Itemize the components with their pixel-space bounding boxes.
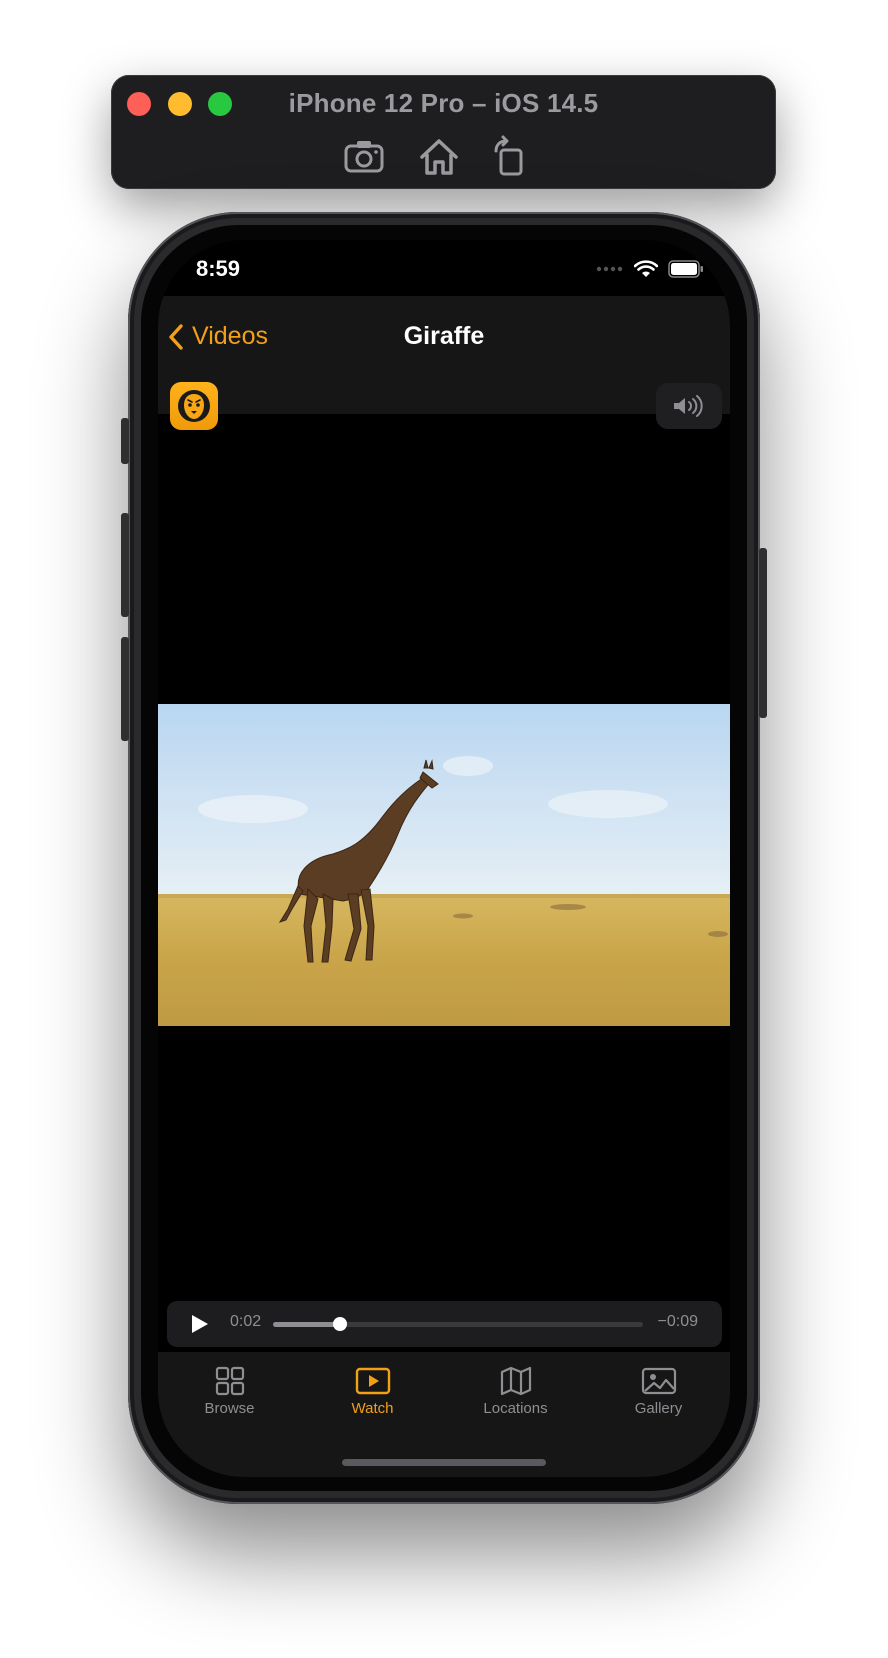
home-indicator[interactable]	[342, 1459, 546, 1466]
simulator-title: iPhone 12 Pro – iOS 14.5	[288, 88, 599, 118]
video-frame[interactable]	[158, 704, 730, 1026]
map-icon	[500, 1366, 531, 1396]
tab-locations-label: Locations	[483, 1400, 548, 1417]
status-icons	[596, 260, 704, 278]
stage: iPhone 12 Pro – iOS 14.5 8:59 Videos Gir…	[0, 0, 888, 1658]
grid-icon	[215, 1366, 244, 1396]
screenshot-icon[interactable]	[342, 135, 386, 179]
tab-locations[interactable]: Locations	[444, 1366, 587, 1417]
navigation-bar	[158, 296, 730, 414]
play-icon	[192, 1315, 208, 1333]
home-icon[interactable]	[417, 135, 461, 179]
volume-up-button	[121, 513, 129, 617]
scrubber-progress	[273, 1322, 340, 1327]
photo-icon	[641, 1367, 676, 1395]
volume-button[interactable]	[656, 383, 722, 429]
rotate-icon[interactable]	[488, 135, 532, 179]
tab-watch-label: Watch	[351, 1400, 394, 1417]
phone-screen: 8:59 Videos Giraffe 0:02 −0:09 Browse Wa…	[158, 240, 730, 1477]
tab-gallery-label: Gallery	[634, 1400, 683, 1417]
status-time: 8:59	[196, 256, 241, 281]
scrubber-thumb[interactable]	[332, 1317, 347, 1331]
mute-switch	[121, 418, 129, 464]
volume-down-button	[121, 637, 129, 741]
tab-browse[interactable]: Browse	[158, 1366, 301, 1417]
elapsed-time: 0:02	[230, 1313, 262, 1330]
speaker-icon	[674, 395, 703, 417]
play-button[interactable]	[189, 1313, 211, 1340]
power-button	[759, 548, 767, 718]
battery-icon	[668, 260, 703, 278]
wifi-icon	[634, 260, 658, 277]
notch	[290, 240, 600, 288]
tab-gallery[interactable]: Gallery	[587, 1366, 730, 1417]
scrubber[interactable]	[273, 1317, 643, 1331]
tab-watch[interactable]: Watch	[301, 1366, 444, 1417]
cellular-signal-icon	[596, 266, 623, 272]
page-title: Giraffe	[403, 322, 485, 350]
video-player-controls: 0:02 −0:09	[167, 1301, 722, 1347]
tab-browse-label: Browse	[204, 1400, 255, 1417]
lion-logo-icon[interactable]	[170, 382, 218, 430]
play-rect-icon	[355, 1367, 390, 1395]
remaining-time: −0:09	[657, 1313, 698, 1330]
